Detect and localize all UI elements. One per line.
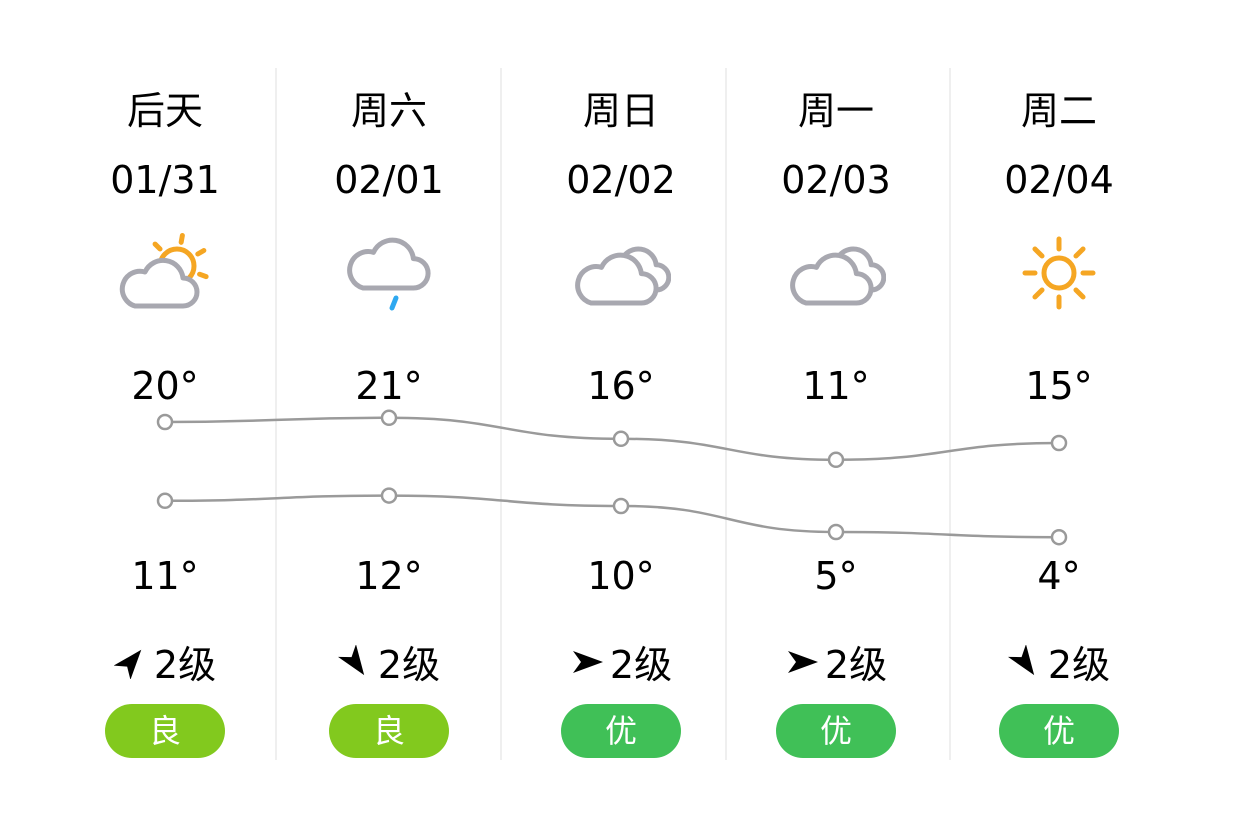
low-temp-point bbox=[612, 497, 630, 515]
high-temp-line bbox=[164, 416, 1060, 462]
high-temp-point bbox=[380, 409, 398, 427]
high-temp-point bbox=[156, 413, 174, 431]
low-temp-point bbox=[1050, 528, 1068, 546]
temperature-chart bbox=[156, 409, 1068, 546]
high-temp-point bbox=[612, 430, 630, 448]
low-temp-point bbox=[156, 492, 174, 510]
low-temp-point bbox=[380, 487, 398, 504]
high-temp-point bbox=[1050, 434, 1068, 452]
low-temp-line bbox=[164, 494, 1060, 539]
low-temp-point bbox=[827, 523, 845, 541]
high-temp-point bbox=[827, 451, 845, 469]
